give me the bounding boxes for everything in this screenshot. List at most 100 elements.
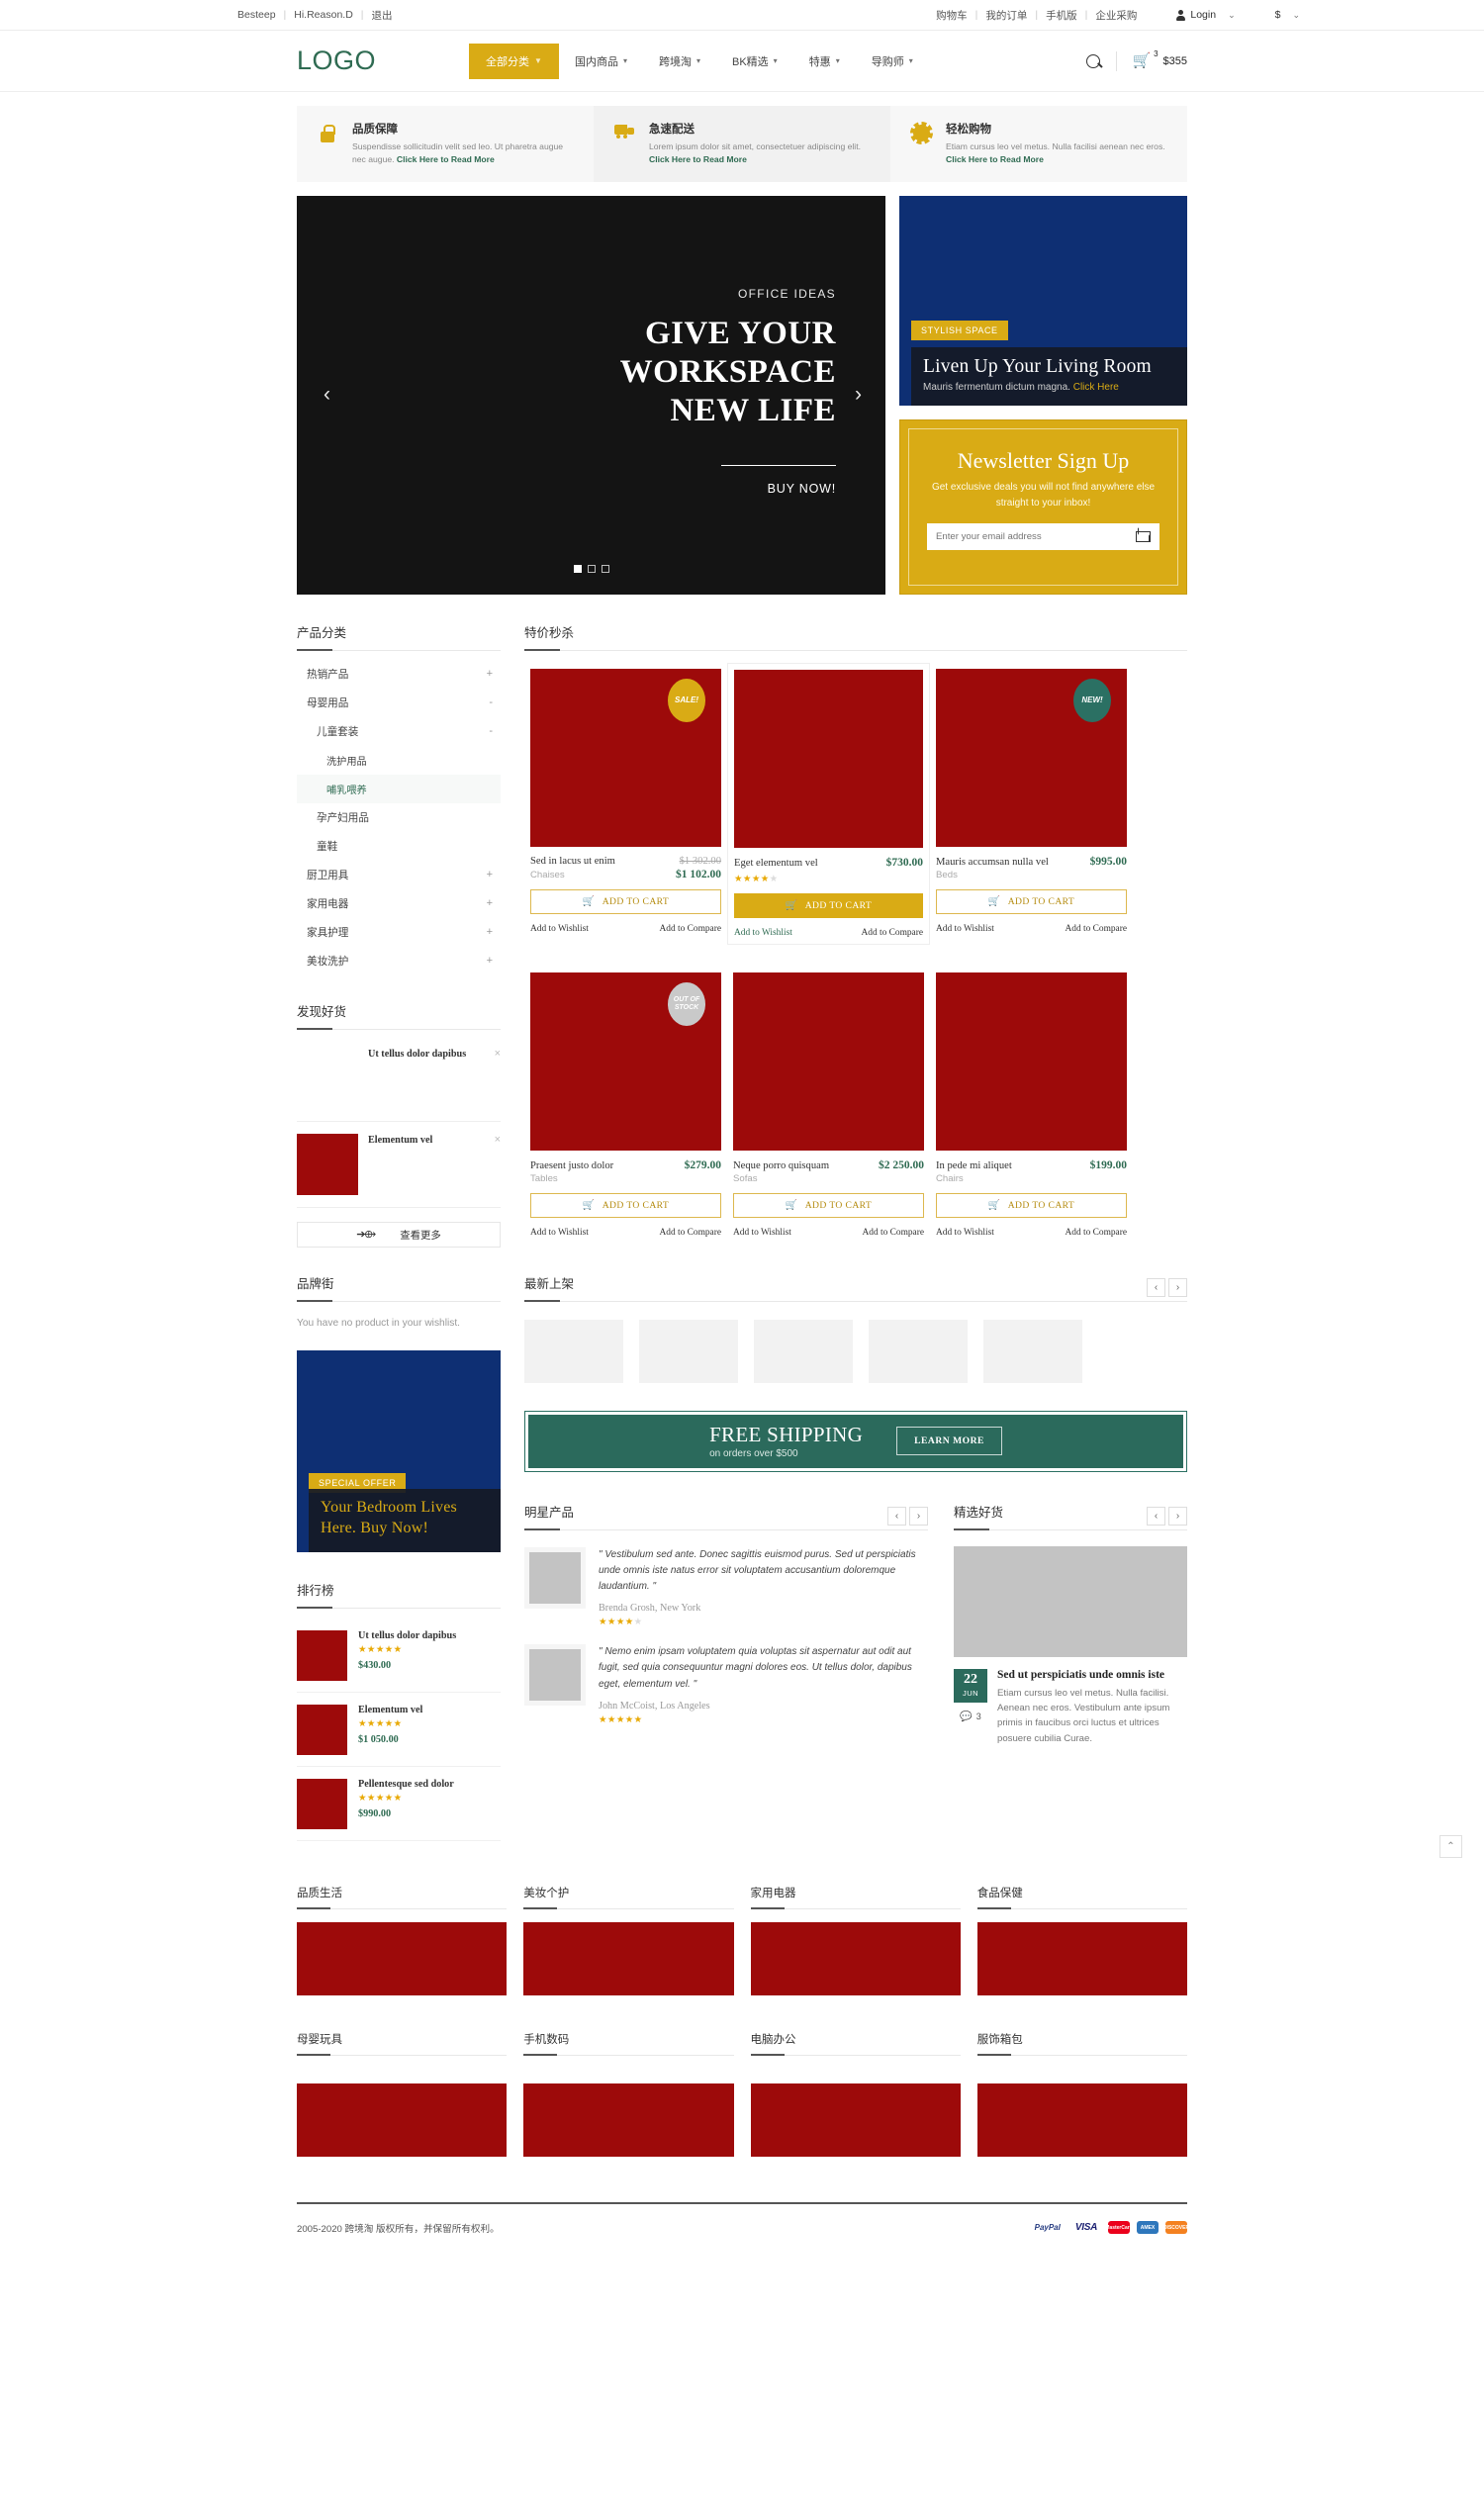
remove-icon[interactable]: × (495, 1048, 501, 1109)
category-image[interactable] (750, 1921, 961, 1995)
logout-link[interactable]: 退出 (372, 8, 393, 23)
promo-banner-living-room[interactable]: STYLISH SPACE Liven Up Your Living Room … (899, 195, 1187, 406)
top-link-cart[interactable]: 购物车 (936, 8, 968, 23)
category-block[interactable]: 品质生活 (297, 1885, 508, 1995)
list-item[interactable] (639, 1319, 738, 1383)
category-block[interactable]: 美妆个护 (523, 1885, 734, 1995)
collapse-icon[interactable]: - (489, 725, 493, 737)
add-to-compare-link[interactable]: Add to Compare (660, 924, 722, 934)
product-name[interactable]: Praesent justo dolor (530, 1160, 613, 1171)
expand-icon[interactable]: + (487, 955, 493, 967)
product-name[interactable]: Ut tellus dolor dapibus (368, 1048, 466, 1109)
nav-item-domestic[interactable]: 国内商品 ▾ (559, 44, 643, 79)
product-card[interactable]: SALE! Sed in lacus ut enim $1 302.00 Cha… (524, 663, 727, 945)
product-card[interactable]: In pede mi aliquet $199.00 Chairs 🛒 ADD … (930, 967, 1133, 1244)
category-block[interactable]: 服饰箱包 (976, 2031, 1187, 2157)
add-to-cart-button[interactable]: 🛒 ADD TO CART (733, 1192, 924, 1218)
product-name[interactable]: Neque porro quisquam (733, 1160, 829, 1171)
sidebar-item-furniture-care[interactable]: 家具护理 + (297, 918, 501, 947)
sidebar-item-maternity[interactable]: 孕产妇用品 (297, 803, 501, 832)
expand-icon[interactable]: + (487, 668, 493, 680)
sidebar-item-bath-care[interactable]: 洗护用品 (297, 746, 501, 775)
category-image[interactable] (750, 2082, 961, 2157)
product-name[interactable]: Pellentesque sed dolor (358, 1779, 454, 1790)
add-to-cart-button[interactable]: 🛒 ADD TO CART (936, 1192, 1127, 1218)
slider-dots[interactable] (297, 564, 885, 573)
newsletter-input-group[interactable] (927, 522, 1159, 550)
add-to-cart-button[interactable]: 🛒 ADD TO CART (530, 888, 721, 914)
product-name[interactable]: Eget elementum vel (734, 858, 818, 869)
sidebar-item-hot[interactable]: 热销产品 + (297, 660, 501, 689)
category-image[interactable] (523, 2082, 734, 2157)
expand-icon[interactable]: + (487, 926, 493, 938)
product-image[interactable]: NEW! (936, 668, 1127, 847)
add-to-wishlist-link[interactable]: Add to Wishlist (530, 924, 589, 934)
add-to-cart-button[interactable]: 🛒 ADD TO CART (530, 1192, 721, 1218)
envelope-icon[interactable] (1136, 530, 1151, 542)
add-to-wishlist-link[interactable]: Add to Wishlist (530, 1228, 589, 1238)
add-to-wishlist-link[interactable]: Add to Wishlist (936, 924, 994, 934)
slide-cta-button[interactable]: BUY NOW! (620, 482, 836, 496)
scroll-to-top-button[interactable]: ⌃ (1439, 1835, 1462, 1858)
add-to-cart-button[interactable]: 🛒 ADD TO CART (734, 892, 923, 918)
product-name[interactable]: Elementum vel (358, 1705, 422, 1715)
sidebar-item-kids-shoes[interactable]: 童鞋 (297, 832, 501, 861)
add-to-compare-link[interactable]: Add to Compare (660, 1228, 722, 1238)
top-link-orders[interactable]: 我的订单 (985, 8, 1027, 23)
list-item[interactable]: Elementum vel ★★★★★ $1 050.00 (297, 1693, 501, 1767)
see-more-button[interactable]: ➔⟴ 查看更多 (297, 1221, 501, 1248)
top-link-enterprise[interactable]: 企业采购 (1095, 8, 1137, 23)
add-to-compare-link[interactable]: Add to Compare (1066, 924, 1128, 934)
blog-comment-count[interactable]: 💬 3 (954, 1712, 987, 1722)
collapse-icon[interactable]: - (489, 696, 493, 708)
promo-cta[interactable]: Buy Now! (360, 1520, 428, 1536)
slider-dot-1[interactable] (573, 564, 582, 573)
category-block[interactable]: 食品保健 (976, 1885, 1187, 1995)
sidebar-item-maternal[interactable]: 母婴用品 - (297, 689, 501, 717)
product-card[interactable]: Neque porro quisquam $2 250.00 Sofas 🛒 A… (727, 967, 930, 1244)
product-name[interactable]: In pede mi aliquet (936, 1160, 1012, 1171)
remove-icon[interactable]: × (495, 1134, 501, 1195)
sidebar-item-appliances[interactable]: 家用电器 + (297, 889, 501, 918)
category-image[interactable] (523, 1921, 734, 1995)
login-menu[interactable]: Login ⌄ (1176, 9, 1236, 21)
product-image[interactable] (734, 669, 923, 848)
list-item[interactable] (869, 1319, 968, 1383)
add-to-wishlist-link[interactable]: Add to Wishlist (734, 928, 792, 938)
nav-item-deals[interactable]: 特惠 ▾ (793, 44, 856, 79)
add-to-cart-button[interactable]: 🛒 ADD TO CART (936, 888, 1127, 914)
category-block[interactable]: 手机数码 (523, 2031, 734, 2157)
product-name[interactable]: Elementum vel (368, 1134, 432, 1195)
nav-item-guide[interactable]: 导购师 ▾ (856, 44, 929, 79)
nav-item-bk-selection[interactable]: BK精选 ▾ (716, 44, 793, 79)
list-item[interactable] (983, 1319, 1082, 1383)
product-card[interactable]: Eget elementum vel $730.00 ★★★★★ 🛒 ADD T… (727, 662, 930, 945)
add-to-wishlist-link[interactable]: Add to Wishlist (733, 1228, 791, 1238)
testimonials-prev-button[interactable]: ‹ (887, 1506, 906, 1526)
category-block[interactable]: 电脑办公 (750, 2031, 961, 2157)
category-image[interactable] (976, 1921, 1187, 1995)
top-link-mobile[interactable]: 手机版 (1046, 8, 1077, 23)
learn-more-button[interactable]: LEARN MORE (896, 1427, 1002, 1456)
expand-icon[interactable]: + (487, 869, 493, 880)
service-cta[interactable]: Click Here to Read More (649, 154, 747, 164)
product-card[interactable]: NEW! Mauris accumsan nulla vel $995.00 B… (930, 663, 1133, 945)
category-block[interactable]: 母婴玩具 (297, 2031, 508, 2157)
list-item[interactable] (754, 1319, 853, 1383)
blog-post-title[interactable]: Sed ut perspiciatis unde omnis iste (997, 1669, 1187, 1681)
category-block[interactable]: 家用电器 (750, 1885, 961, 1995)
add-to-wishlist-link[interactable]: Add to Wishlist (936, 1228, 994, 1238)
latest-next-button[interactable]: › (1168, 1277, 1187, 1297)
category-image[interactable] (976, 2082, 1187, 2157)
sidebar-item-nursing[interactable]: 哺乳喂养 (297, 774, 501, 803)
list-item[interactable]: Pellentesque sed dolor ★★★★★ $990.00 (297, 1767, 501, 1841)
promo-link[interactable]: Click Here (1073, 382, 1119, 393)
sidebar-item-kitchen[interactable]: 厨卫用具 + (297, 861, 501, 889)
blog-post-image[interactable] (954, 1545, 1187, 1657)
newsletter-email-input[interactable] (936, 530, 1136, 542)
greeting-user[interactable]: Hi.Reason.D (294, 9, 353, 21)
list-item[interactable] (524, 1319, 623, 1383)
product-image[interactable] (733, 972, 924, 1151)
sidebar-promo-banner[interactable]: SPECIAL OFFER Your Bedroom Lives Here. B… (297, 1349, 501, 1552)
product-name[interactable]: Mauris accumsan nulla vel (936, 857, 1049, 868)
